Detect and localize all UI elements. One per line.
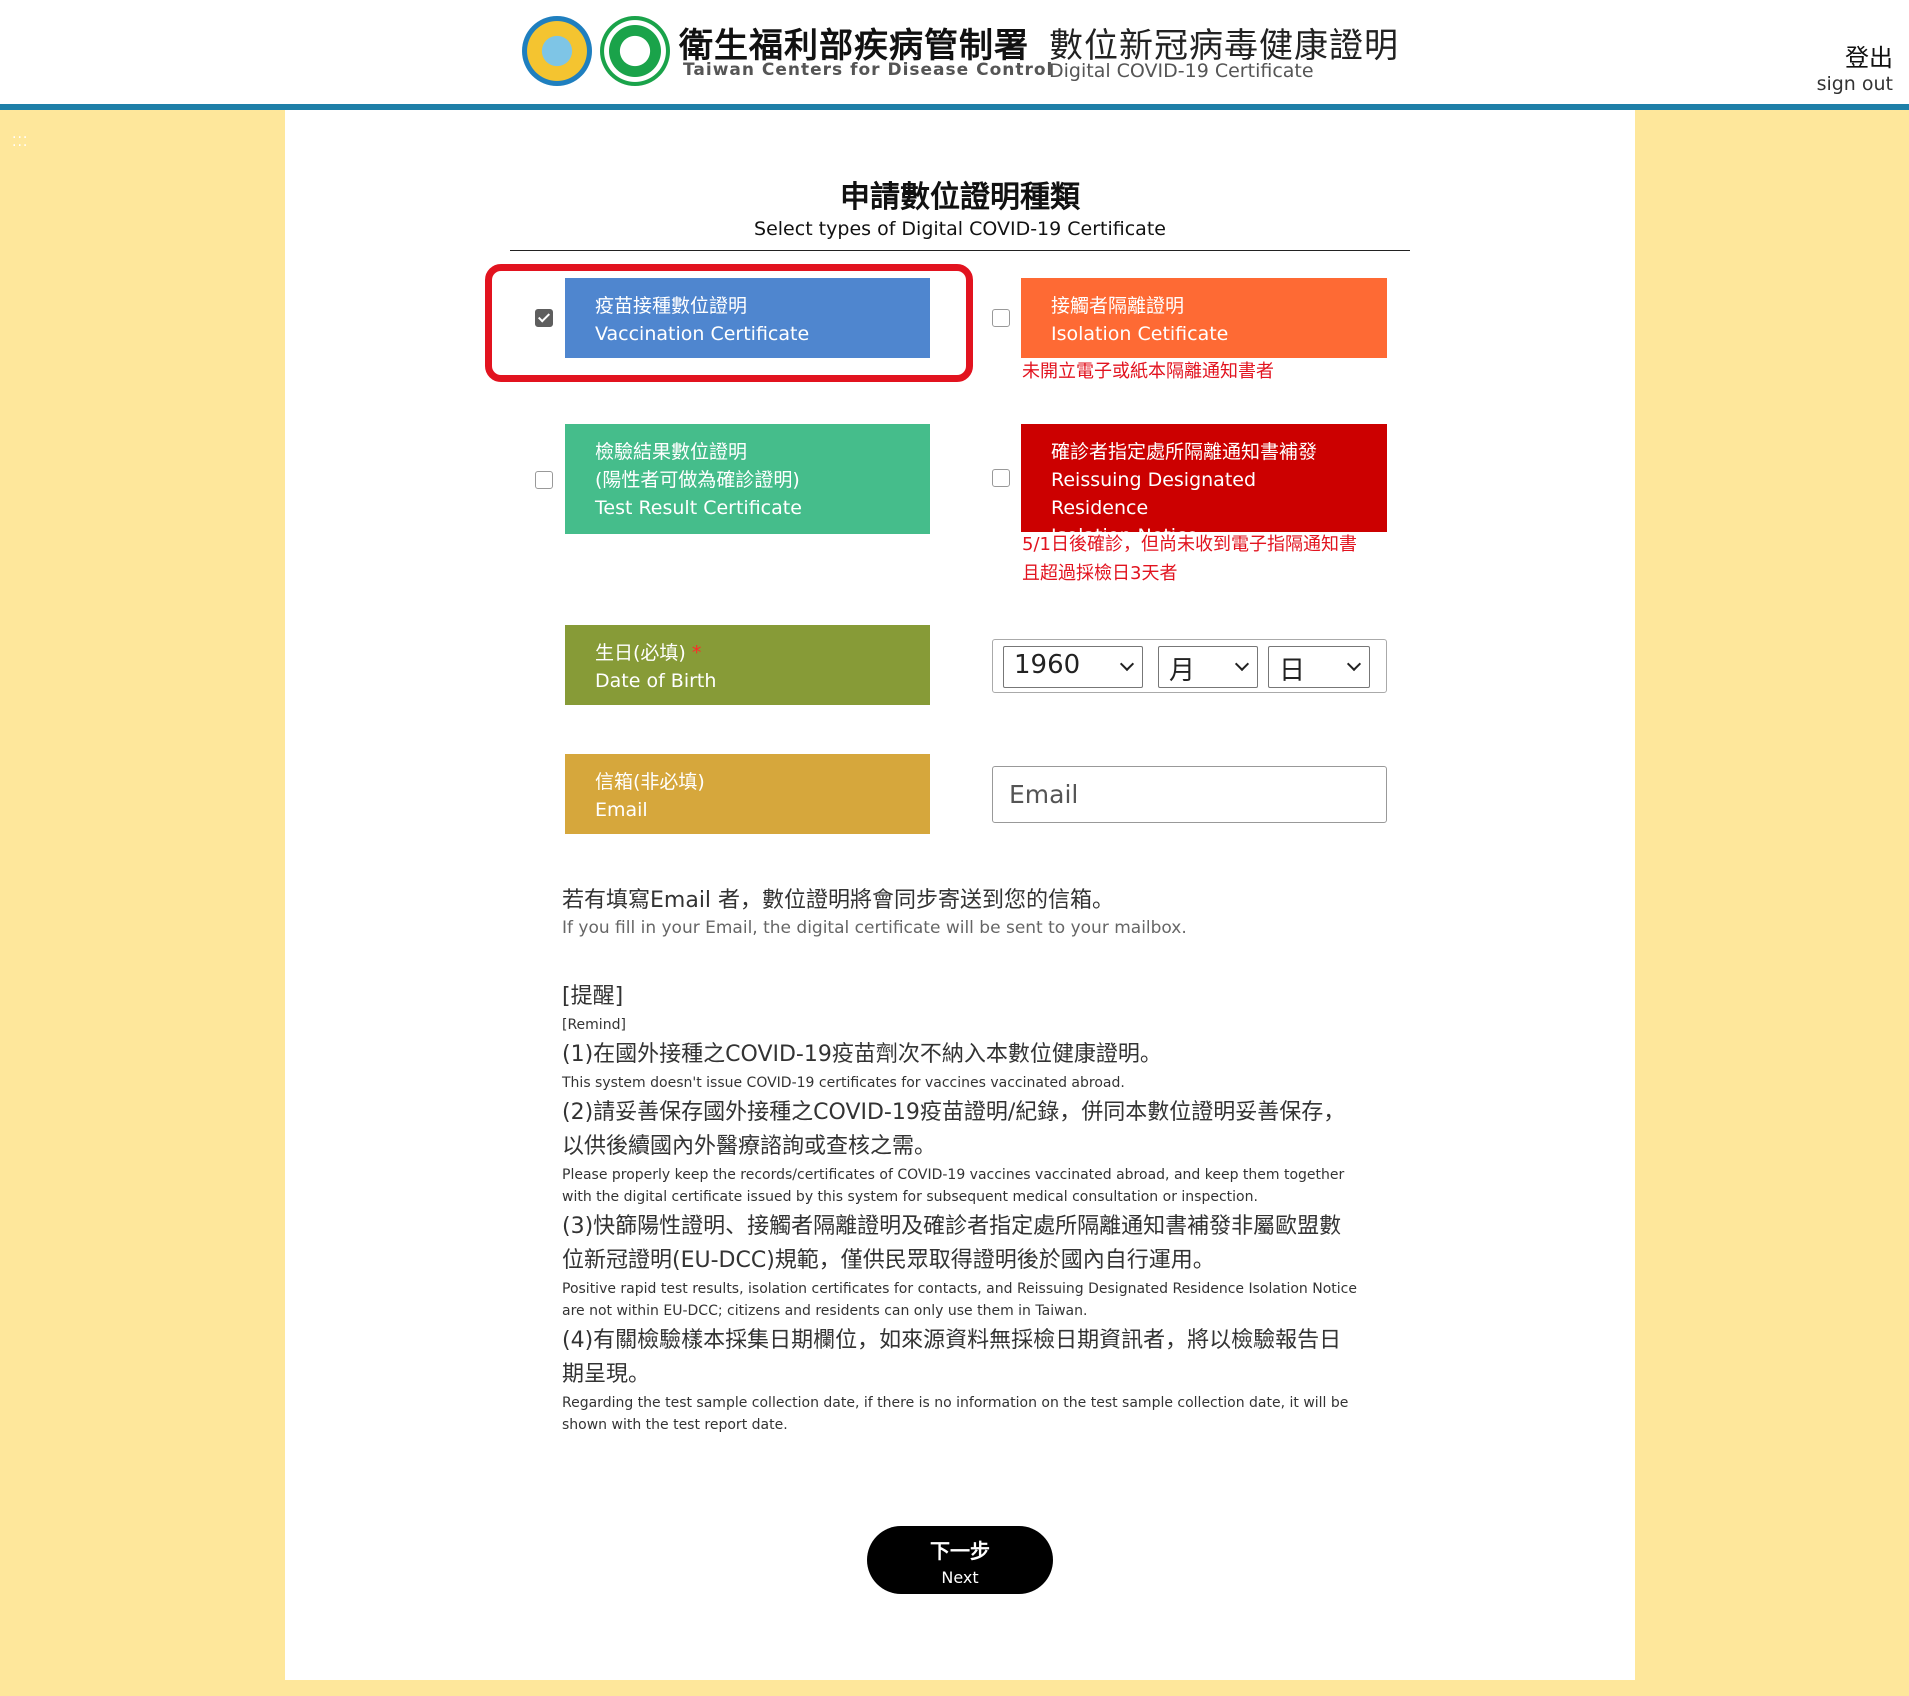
sign-out-link[interactable]: 登出 sign out [1817,38,1893,95]
isolation-label-cn: 接觸者隔離證明 [1051,295,1185,317]
main-panel: 申請數位證明種類 Select types of Digital COVID-1… [285,110,1635,1680]
reissue-checkbox[interactable] [992,469,1010,487]
menu-dots-icon[interactable]: ··· ··· [12,131,28,153]
reissue-label-en1: Reissuing Designated Residence [1051,469,1257,519]
next-label-en: Next [941,1568,979,1587]
email-label-box: 信箱(非必填) Email [565,754,930,834]
reissue-note-line2: 且超過採檢日3天者 [1022,563,1178,584]
site-header: 衛生福利部疾病管制署 Taiwan Centers for Disease Co… [0,0,1909,110]
section-title-en: Select types of Digital COVID-19 Certifi… [754,218,1166,240]
remind-item-3-en: Positive rapid test results, isolation c… [562,1281,1357,1319]
remind-title-cn: [提醒] [562,984,624,1009]
vaccination-label-cn: 疫苗接種數位證明 [595,295,748,317]
reissue-note: 5/1日後確診，但尚未收到電子指隔通知書 且超過採檢日3天者 [1022,530,1357,588]
remind-item-3-cn: (3)快篩陽性證明、接觸者隔離證明及確診者指定處所隔離通知書補發非屬歐盟數位新冠… [562,1214,1342,1273]
next-label-cn: 下一步 [930,1539,990,1563]
vaccination-checkbox[interactable] [535,309,553,327]
chevron-down-icon [1119,656,1135,672]
dob-label-cn: 生日(必填) * [595,639,900,667]
test-result-label-cn: 檢驗結果數位證明 [595,441,748,463]
dob-label-en: Date of Birth [595,670,717,692]
required-mark: * [691,642,702,664]
isolation-option[interactable]: 接觸者隔離證明 Isolation Cetificate [1021,278,1387,358]
agency-name-en: Taiwan Centers for Disease Control [683,60,1054,80]
test-result-checkbox[interactable] [535,471,553,489]
remind-item-4-en: Regarding the test sample collection dat… [562,1395,1349,1433]
dob-label-text: 生日(必填) [595,642,686,664]
test-result-option[interactable]: 檢驗結果數位證明 (陽性者可做為確診證明) Test Result Certif… [565,424,930,534]
vaccination-option[interactable]: 疫苗接種數位證明 Vaccination Certificate [565,278,930,358]
section-divider [510,250,1410,251]
email-input[interactable] [992,766,1387,823]
vaccination-label-en: Vaccination Certificate [595,323,810,345]
reissue-option[interactable]: 確診者指定處所隔離通知書補發 Reissuing Designated Resi… [1021,424,1387,547]
isolation-label-en: Isolation Cetificate [1051,323,1229,345]
email-label-en: Email [595,799,648,821]
birth-month-select[interactable]: 月 [1158,646,1258,688]
remind-title-en: [Remind] [562,1017,626,1033]
remind-item-2-en: Please properly keep the records/certifi… [562,1167,1345,1205]
test-result-label-sub: (陽性者可做為確診證明) [595,469,800,491]
site-title-en: Digital COVID-19 Certificate [1049,60,1314,82]
section-title-cn: 申請數位證明種類 [840,180,1080,215]
remind-section: [提醒] [Remind] (1)在國外接種之COVID-19疫苗劑次不納入本數… [562,980,1362,1436]
next-button[interactable]: 下一步 Next [867,1526,1053,1594]
email-label-cn: 信箱(非必填) [595,771,705,793]
isolation-note: 未開立電子或紙本隔離通知書者 [1022,361,1274,382]
remind-item-2-cn: (2)請妥善保存國外接種之COVID-19疫苗證明/紀錄，併同本數位證明妥善保存… [562,1100,1346,1159]
chevron-down-icon [1234,656,1250,672]
remind-item-4-cn: (4)有關檢驗樣本採集日期欄位，如來源資料無採檢日期資訊者，將以檢驗報告日期呈現… [562,1328,1342,1387]
email-info-cn: 若有填寫Email 者，數位證明將會同步寄送到您的信箱。 [562,888,1115,913]
mohw-logo-icon [522,16,592,86]
isolation-checkbox[interactable] [992,309,1010,327]
remind-item-1-cn: (1)在國外接種之COVID-19疫苗劑次不納入本數位健康證明。 [562,1042,1162,1067]
reissue-label-cn: 確診者指定處所隔離通知書補發 [1051,441,1318,463]
birth-year-value: 1960 [1014,650,1081,680]
dob-selects: 1960 月 日 [992,639,1387,693]
test-result-label-en: Test Result Certificate [595,497,802,519]
birth-year-select[interactable]: 1960 [1003,646,1143,688]
reissue-note-line1: 5/1日後確診，但尚未收到電子指隔通知書 [1022,534,1357,555]
dob-label-box: 生日(必填) * Date of Birth [565,625,930,705]
birth-day-value: 日 [1279,656,1306,686]
remind-item-1-en: This system doesn't issue COVID-19 certi… [562,1075,1125,1091]
sign-out-label-en: sign out [1816,73,1893,95]
cdc-logo-icon [600,16,670,86]
sign-out-label-cn: 登出 [1845,44,1893,72]
birth-month-value: 月 [1169,656,1196,686]
birth-day-select[interactable]: 日 [1268,646,1370,688]
email-info-en: If you fill in your Email, the digital c… [562,918,1187,938]
chevron-down-icon [1346,656,1362,672]
